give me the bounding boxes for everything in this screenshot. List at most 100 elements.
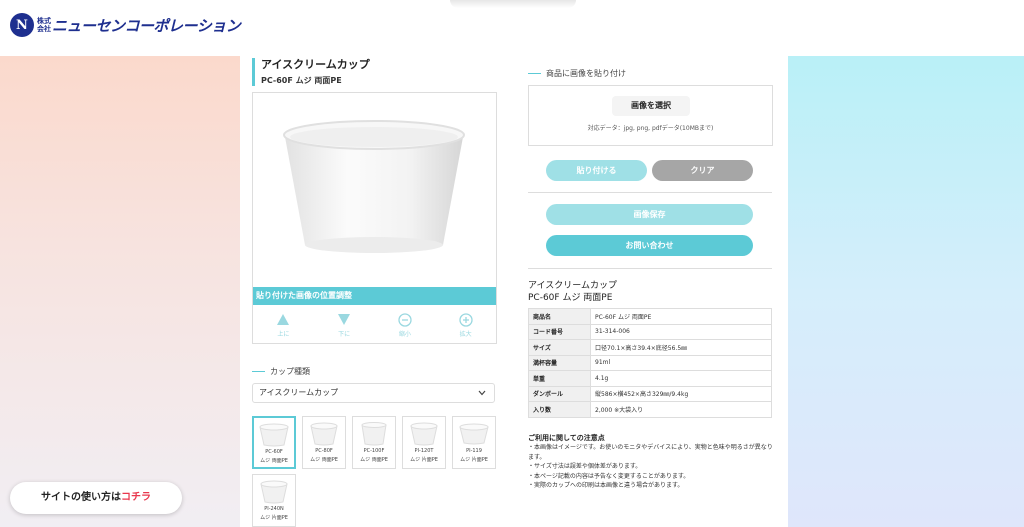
heading-dash	[528, 72, 541, 75]
info-product-title: アイスクリームカップ	[528, 281, 618, 291]
move-up-label: 上に	[277, 330, 290, 338]
spec-value: 4.1g	[590, 370, 772, 387]
table-row: コード番号 31-314-006	[528, 323, 772, 340]
thumbnail-code: PI-119	[466, 448, 482, 454]
background-right-gradient	[788, 56, 1024, 527]
spec-key: ダンボール	[528, 385, 591, 402]
logo-company-name: ニューセンコーポレーション	[52, 16, 241, 35]
cup-thumbnail-image	[459, 423, 489, 445]
clear-button[interactable]: クリア	[652, 160, 753, 181]
cup-thumbnail-pc60f[interactable]: PC-60F ムジ 両面PE	[252, 416, 296, 469]
main-panel: アイスクリームカップ PC-60F ムジ 両面PE 貼り付けた画像の位置調整 上…	[240, 56, 788, 527]
cup-preview: 貼り付けた画像の位置調整 上に 下に 縮小 拡大	[252, 92, 497, 344]
zoom-out-icon	[398, 312, 412, 327]
site-guide-link: コチラ	[121, 492, 151, 503]
divider	[528, 192, 772, 193]
zoom-out-label: 縮小	[398, 330, 411, 338]
heading-dash	[252, 370, 265, 373]
cup-thumbnail-image	[259, 423, 289, 447]
spec-key: コード番号	[528, 323, 591, 340]
spec-table: 商品名 PC-60F ムジ 両面PE コード番号 31-314-006 サイズ 口径7…	[528, 308, 772, 418]
cup-type-selected-value: アイスクリームカップ	[259, 388, 339, 397]
spec-key: 商品名	[528, 308, 591, 325]
thumbnail-code: PC-80F	[315, 448, 333, 454]
cup-thumbnail-image	[361, 422, 387, 446]
spec-key: 満杯容量	[528, 354, 591, 371]
table-row: 商品名 PC-60F ムジ 両面PE	[528, 308, 772, 325]
thumbnail-desc: ムジ 両面PE	[360, 457, 388, 463]
site-header: N 株式会社 ニューセンコーポレーション	[0, 0, 1024, 56]
upload-heading-label: 商品に画像を貼り付け	[546, 69, 626, 78]
product-title: アイスクリームカップ	[261, 58, 370, 71]
paste-button[interactable]: 貼り付ける	[546, 160, 647, 181]
list-item: ・本ページ記載の内容は予告なく変更することがあります。	[528, 472, 690, 480]
cup-type-heading: カップ種類	[252, 366, 310, 377]
spec-key: 入り数	[528, 401, 591, 418]
chevron-down-icon	[478, 390, 486, 396]
thumbnail-desc: ムジ 両面PE	[260, 458, 288, 464]
table-row: 満杯容量 91ml	[528, 354, 772, 371]
cup-thumbnail-pi120t[interactable]: PI-120T ムジ 片面PE	[402, 416, 446, 469]
table-row: 入り数 2,000 ※大袋入り	[528, 401, 772, 418]
cup-thumbnail-pc100f[interactable]: PC-100F ムジ 両面PE	[352, 416, 396, 469]
notes-title: ご利用に関しての注意点	[528, 434, 605, 442]
triangle-down-icon	[337, 313, 351, 327]
upload-heading: 商品に画像を貼り付け	[528, 68, 626, 79]
logo-company-type: 株式会社	[37, 17, 51, 33]
table-row: ダンボール 縦586×横452×高さ329㎜/9.4kg	[528, 385, 772, 402]
site-guide-prefix: サイトの使い方は	[41, 492, 121, 503]
notes-list: ・本画像はイメージです。お使いのモニタやデバイスにより、実物と色味や明るさが異な…	[528, 443, 774, 491]
spec-value: 91ml	[590, 354, 772, 371]
list-item: ・本画像はイメージです。お使いのモニタやデバイスにより、実物と色味や明るさが異な…	[528, 444, 773, 461]
cup-thumbnail-image	[410, 422, 438, 446]
thumbnail-desc: ムジ 片面PE	[410, 457, 438, 463]
cup-thumbnail-pi119[interactable]: PI-119 ムジ 片面PE	[452, 416, 496, 469]
spec-value: 31-314-006	[590, 323, 772, 340]
spec-value: 縦586×横452×高さ329㎜/9.4kg	[590, 385, 772, 402]
product-subtitle: PC-60F ムジ 両面PE	[261, 76, 342, 85]
triangle-up-icon	[276, 313, 290, 327]
zoom-in-icon	[458, 312, 473, 327]
logo-mark-icon: N	[10, 13, 34, 37]
zoom-in-label: 拡大	[459, 330, 472, 338]
table-row: 単重 4.1g	[528, 370, 772, 387]
cup-type-select[interactable]: アイスクリームカップ	[252, 383, 495, 403]
cup-thumbnail-pc80f[interactable]: PC-80F ムジ 両面PE	[302, 416, 346, 469]
table-row: サイズ 口径70.1×高さ39.4×底径56.5㎜	[528, 339, 772, 356]
list-item: ・サイズ寸法は誤差や個体差があります。	[528, 463, 642, 470]
spec-key: 単重	[528, 370, 591, 387]
list-item: ・実際のカップへの印刷は本画像と違う場合があります。	[528, 482, 684, 489]
cup-thumbnail-pi240n[interactable]: PI-240N ムジ 片面PE	[252, 474, 296, 527]
select-image-button[interactable]: 画像を選択	[612, 96, 690, 116]
cup-image	[283, 120, 465, 253]
info-product-subtitle: PC-60F ムジ 両面PE	[528, 293, 613, 303]
background-left-gradient	[0, 56, 240, 527]
thumbnail-desc: ムジ 片面PE	[260, 515, 288, 521]
move-down-button[interactable]: 下に	[314, 307, 375, 343]
thumbnail-code: PC-60F	[265, 449, 283, 455]
cup-thumbnail-image	[260, 480, 288, 504]
contact-button[interactable]: お問い合わせ	[546, 235, 753, 256]
spec-value: PC-60F ムジ 両面PE	[590, 308, 772, 325]
image-upload-dropzone[interactable]: 画像を選択 対応データ：jpg, png, pdfデータ(10MBまで)	[528, 85, 773, 146]
cup-thumbnail-image	[310, 422, 338, 446]
upload-format-note: 対応データ：jpg, png, pdfデータ(10MBまで)	[587, 125, 714, 132]
thumbnail-code: PI-120T	[414, 448, 434, 454]
spec-value: 2,000 ※大袋入り	[590, 401, 772, 418]
zoom-out-button[interactable]: 縮小	[375, 307, 436, 343]
zoom-in-button[interactable]: 拡大	[435, 307, 496, 343]
thumbnail-code: PI-240N	[264, 506, 284, 512]
thumbnail-code: PC-100F	[363, 448, 385, 454]
save-image-button[interactable]: 画像保存	[546, 204, 753, 225]
move-up-button[interactable]: 上に	[253, 307, 314, 343]
site-guide-button[interactable]: サイトの使い方はコチラ	[10, 482, 182, 514]
company-logo[interactable]: N 株式会社 ニューセンコーポレーション	[10, 13, 241, 37]
spec-key: サイズ	[528, 339, 591, 356]
move-down-label: 下に	[338, 330, 351, 338]
header-decoration	[450, 0, 576, 8]
thumbnail-desc: ムジ 両面PE	[310, 457, 338, 463]
cup-type-label: カップ種類	[270, 367, 310, 376]
position-controls: 上に 下に 縮小 拡大	[253, 307, 496, 343]
position-adjust-label: 貼り付けた画像の位置調整	[253, 287, 496, 305]
spec-value: 口径70.1×高さ39.4×底径56.5㎜	[590, 339, 772, 356]
